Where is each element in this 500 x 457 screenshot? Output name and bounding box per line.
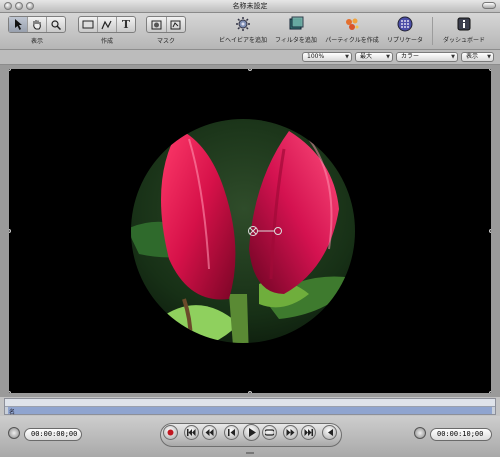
hand-icon[interactable] [28, 17, 47, 32]
mask-group-label: マスク [156, 38, 175, 45]
play-button[interactable] [243, 424, 260, 441]
canvas[interactable] [9, 69, 491, 393]
go-to-end-button[interactable] [301, 425, 316, 440]
channel-value: カラー [401, 53, 420, 60]
zoom-icon[interactable] [47, 17, 65, 32]
chevron-down-icon: ▼ [487, 54, 491, 60]
text-icon[interactable]: T [117, 17, 135, 32]
pen-icon[interactable] [98, 17, 117, 32]
toolbar-toggle-button[interactable] [482, 2, 496, 9]
arrow-icon[interactable] [9, 17, 28, 32]
edge-handle[interactable] [248, 391, 252, 393]
mask-tool-group [146, 16, 186, 33]
mask-shape-icon[interactable] [147, 17, 167, 32]
transport-bar: 00:00:00;00 00:00:10;00 [0, 416, 500, 457]
record-button[interactable] [163, 425, 178, 440]
go-to-start-button[interactable] [184, 425, 199, 440]
chevron-down-icon: ▼ [345, 54, 349, 60]
rectangle-icon[interactable] [79, 17, 98, 32]
previous-frame-button[interactable] [202, 425, 217, 440]
current-time-field[interactable]: 00:00:00;00 [24, 428, 82, 441]
corner-handle[interactable] [489, 391, 491, 393]
dashboard-info-icon [456, 16, 472, 32]
canvas-frame [0, 65, 500, 397]
corner-handle[interactable] [489, 69, 491, 71]
channel-popup[interactable]: カラー ▼ [396, 52, 458, 62]
mask-pen-icon[interactable] [167, 17, 186, 32]
create-tool-group: T [78, 16, 136, 33]
audio-button[interactable] [322, 425, 337, 440]
loop-button[interactable] [262, 425, 277, 440]
step-back-button[interactable] [224, 425, 239, 440]
add-filter-label: フィルタを追加 [275, 37, 317, 44]
circle-mask [131, 119, 355, 343]
canvas-image [131, 119, 355, 343]
view-group-label: 表示 [30, 38, 43, 45]
add-behavior-button[interactable]: ビヘイビアを追加 [218, 16, 268, 44]
duration-jog-icon[interactable] [414, 427, 426, 439]
particle-icon [344, 16, 360, 32]
chevron-down-icon: ▼ [386, 54, 390, 60]
window-title: 名称未設定 [232, 2, 268, 10]
app-window: 名称未設定 表示 T 作成 マスク ビヘイビアを追加 フィルタを追加 パーティク… [0, 0, 500, 457]
view-popup[interactable]: 表示 ▼ [461, 52, 494, 62]
step-forward-button[interactable] [283, 425, 298, 440]
timeline-clip[interactable] [8, 407, 492, 414]
current-time-jog-icon[interactable] [8, 427, 20, 439]
resize-grip[interactable] [246, 452, 254, 454]
view-options-bar: 100% ▼ 最大 ▼ カラー ▼ 表示 ▼ [0, 50, 500, 65]
edge-handle[interactable] [489, 229, 491, 233]
dashboard-label: ダッシュボード [442, 37, 485, 44]
quality-value: 最大 [360, 53, 373, 60]
behavior-gear-icon [235, 16, 251, 32]
dashboard-button[interactable]: ダッシュボード [440, 16, 488, 44]
corner-handle[interactable] [9, 391, 11, 393]
timeline-label: 名 [9, 409, 16, 416]
view-value: 表示 [466, 53, 479, 60]
zoom-level-popup[interactable]: 100% ▼ [302, 52, 352, 62]
create-group-label: 作成 [100, 38, 113, 45]
replicator-button[interactable]: リプリケータ [384, 16, 426, 44]
filter-icon [288, 16, 304, 32]
toolbar: 表示 T 作成 マスク ビヘイビアを追加 フィルタを追加 パーティクルを作成 リ… [0, 13, 500, 50]
make-particles-button[interactable]: パーティクルを作成 [322, 16, 382, 44]
quality-popup[interactable]: 最大 ▼ [355, 52, 393, 62]
zoom-level-value: 100% [307, 53, 325, 60]
add-filter-button[interactable]: フィルタを追加 [272, 16, 320, 44]
chevron-down-icon: ▼ [451, 54, 455, 60]
replicator-icon [397, 16, 413, 32]
title-bar: 名称未設定 [0, 0, 500, 13]
duration-field[interactable]: 00:00:10;00 [430, 428, 492, 441]
view-tool-group [8, 16, 66, 33]
mini-timeline[interactable]: 名 [4, 398, 496, 416]
make-particles-label: パーティクルを作成 [325, 37, 379, 44]
toolbar-separator [432, 17, 433, 45]
timeline-ruler[interactable] [5, 399, 495, 407]
add-behavior-label: ビヘイビアを追加 [218, 37, 267, 44]
replicator-label: リプリケータ [386, 37, 423, 44]
